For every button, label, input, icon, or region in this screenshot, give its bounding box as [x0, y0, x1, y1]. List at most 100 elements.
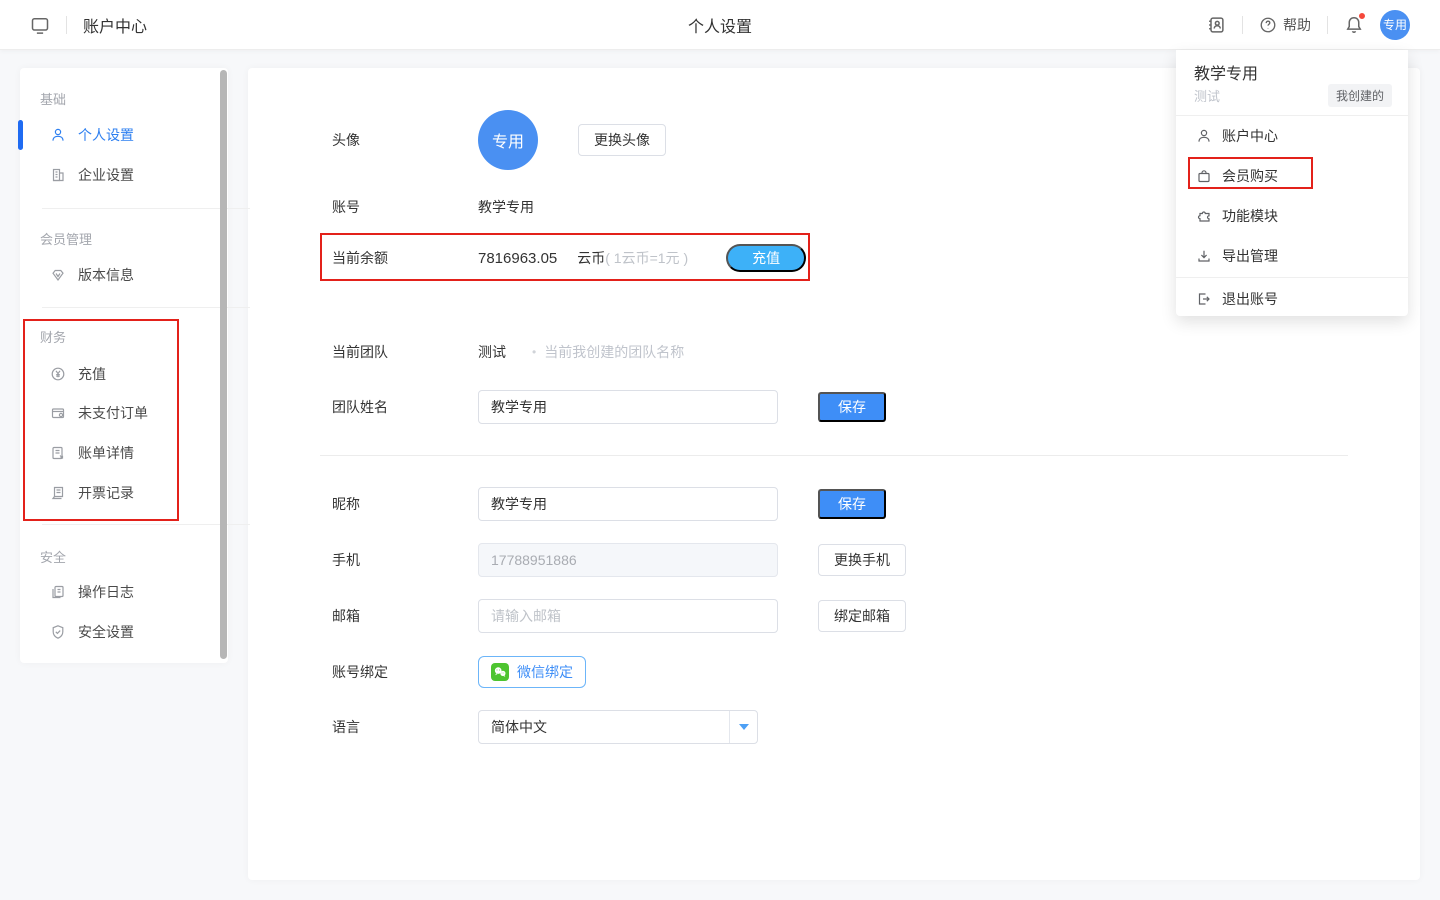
sidebar-section-basic: 基础: [20, 91, 228, 109]
user-dropdown: 教学专用 测试 我创建的 账户中心 会员购买: [1176, 50, 1408, 316]
bind-email-button[interactable]: 绑定邮箱: [818, 600, 906, 632]
account-value: 教学专用: [478, 197, 534, 217]
dropdown-divider: [1176, 277, 1408, 278]
wallet-icon: [50, 405, 66, 421]
account-label: 账号: [332, 197, 478, 217]
sidebar-item-unpaid-orders[interactable]: 未支付订单: [20, 393, 228, 433]
sidebar-item-label: 未支付订单: [78, 403, 148, 423]
menu-item-function-modules[interactable]: 功能模块: [1176, 196, 1408, 236]
help-icon: [1259, 16, 1277, 34]
avatar-row: 头像 专用 更换头像: [332, 110, 666, 170]
change-avatar-button[interactable]: 更换头像: [578, 124, 666, 156]
sidebar-item-version-info[interactable]: 版本信息: [20, 255, 228, 295]
save-nickname-button[interactable]: 保存: [818, 489, 886, 519]
email-label: 邮箱: [332, 606, 478, 626]
notification-dot: [1358, 12, 1366, 20]
notifications-button[interactable]: [1344, 15, 1364, 35]
team-name-row: 团队姓名 保存: [332, 390, 886, 424]
menu-item-membership-purchase[interactable]: 会员购买: [1176, 156, 1408, 196]
sidebar: 基础 个人设置 企业设置 会员管理: [20, 68, 228, 663]
sidebar-divider: [42, 524, 250, 525]
dropdown-team-name: 测试: [1194, 86, 1220, 105]
sidebar-item-label: 操作日志: [78, 582, 134, 602]
menu-item-label: 账户中心: [1222, 126, 1278, 146]
sidebar-section-security: 安全: [20, 549, 228, 567]
page: 账户中心 个人设置 帮助: [0, 0, 1440, 900]
topbar-divider: [1327, 16, 1328, 34]
address-book-icon[interactable]: [1206, 15, 1226, 35]
active-indicator: [18, 120, 23, 150]
help-label: 帮助: [1283, 15, 1311, 35]
phone-input: [478, 543, 778, 577]
menu-item-logout[interactable]: 退出账号: [1176, 279, 1408, 319]
sidebar-item-invoice-records[interactable]: 开票记录: [20, 473, 228, 513]
download-icon: [1196, 248, 1212, 264]
sidebar-section-finance: 财务: [20, 329, 228, 347]
recharge-button[interactable]: 充值: [726, 244, 806, 272]
bag-icon: [1196, 168, 1212, 184]
user-icon: [1196, 128, 1212, 144]
owner-badge: 我创建的: [1328, 84, 1392, 107]
topbar-divider: [66, 16, 67, 34]
email-input[interactable]: [478, 599, 778, 633]
sidebar-scrollbar[interactable]: [220, 70, 227, 659]
help-button[interactable]: 帮助: [1259, 15, 1311, 35]
team-name-input[interactable]: [478, 390, 778, 424]
shield-icon: [50, 624, 66, 640]
phone-row: 手机 更换手机: [332, 543, 906, 577]
menu-item-label: 功能模块: [1222, 206, 1278, 226]
sidebar-item-label: 版本信息: [78, 265, 134, 285]
sidebar-item-bill-details[interactable]: 账单详情: [20, 433, 228, 473]
section-divider: [320, 455, 1348, 456]
team-name-label: 团队姓名: [332, 397, 478, 417]
binding-label: 账号绑定: [332, 662, 478, 682]
team-label: 当前团队: [332, 342, 478, 362]
email-row: 邮箱 绑定邮箱: [332, 599, 906, 633]
nickname-row: 昵称 保存: [332, 487, 886, 521]
logout-icon: [1196, 291, 1212, 307]
sidebar-item-personal-settings[interactable]: 个人设置: [20, 115, 228, 155]
binding-row: 账号绑定 微信绑定: [332, 656, 586, 688]
sidebar-item-recharge[interactable]: 充值: [20, 354, 228, 394]
nickname-input[interactable]: [478, 487, 778, 521]
balance-label: 当前余额: [332, 248, 478, 268]
save-team-name-button[interactable]: 保存: [818, 392, 886, 422]
menu-item-export-management[interactable]: 导出管理: [1176, 236, 1408, 276]
sidebar-item-security-settings[interactable]: 安全设置: [20, 612, 228, 652]
sidebar-item-label: 账单详情: [78, 443, 134, 463]
log-icon: [50, 584, 66, 600]
team-hint: • 当前我创建的团队名称: [532, 342, 684, 362]
menu-item-account-center[interactable]: 账户中心: [1176, 116, 1408, 156]
sidebar-item-label: 安全设置: [78, 622, 134, 642]
hint-bullet: •: [532, 345, 536, 359]
building-icon: [50, 167, 66, 183]
topbar: 账户中心 个人设置 帮助: [0, 0, 1440, 50]
dropdown-title: 教学专用: [1176, 65, 1408, 85]
puzzle-icon: [1196, 208, 1212, 224]
sidebar-divider: [42, 307, 250, 308]
invoice-icon: [50, 485, 66, 501]
balance-value: 7816963.05: [478, 250, 557, 267]
sidebar-divider: [42, 208, 250, 209]
avatar-label: 头像: [332, 130, 478, 150]
coin-icon: [50, 366, 66, 382]
topbar-left: 账户中心: [30, 13, 147, 37]
chevron-down-icon: [739, 724, 749, 730]
wechat-bind-button[interactable]: 微信绑定: [478, 656, 586, 688]
select-arrow-box: [729, 711, 757, 743]
user-avatar[interactable]: 专用: [1380, 10, 1410, 40]
menu-item-label: 导出管理: [1222, 246, 1278, 266]
menu-item-label: 退出账号: [1222, 289, 1278, 309]
language-label: 语言: [332, 717, 478, 737]
balance-row: 当前余额 7816963.05 云币 ( 1云币=1元 ) 充值: [332, 244, 806, 272]
topbar-right: 帮助 专用: [1206, 10, 1410, 40]
sidebar-item-enterprise-settings[interactable]: 企业设置: [20, 155, 228, 195]
wechat-bind-label: 微信绑定: [517, 662, 573, 682]
sidebar-item-operation-log[interactable]: 操作日志: [20, 572, 228, 612]
sidebar-item-label: 开票记录: [78, 483, 134, 503]
account-row: 账号 教学专用: [332, 197, 534, 217]
language-select[interactable]: 简体中文: [478, 710, 758, 744]
menu-item-label: 会员购买: [1222, 166, 1278, 186]
app-logo-icon[interactable]: [30, 15, 50, 35]
change-phone-button[interactable]: 更换手机: [818, 544, 906, 576]
